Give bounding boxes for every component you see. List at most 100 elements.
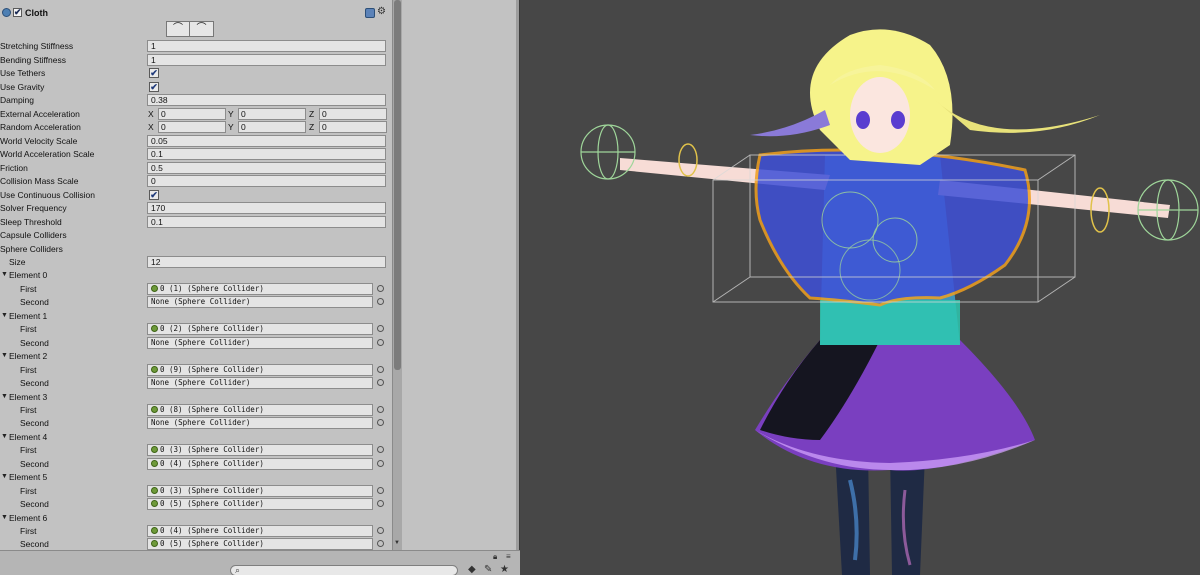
help-icon[interactable] bbox=[365, 8, 375, 18]
property-checkbox[interactable]: ✔ bbox=[149, 68, 159, 78]
property-label: Use Tethers bbox=[0, 68, 46, 78]
filter-icon[interactable]: ◆ bbox=[468, 564, 476, 575]
object-picker-icon[interactable] bbox=[377, 446, 384, 454]
vector-x-field[interactable]: 0 bbox=[158, 107, 226, 120]
property-label: Use Gravity bbox=[0, 81, 45, 92]
collider-reference-text: 0 (8) (Sphere Collider) bbox=[160, 404, 264, 414]
foldout-arrow-icon[interactable]: ▼ bbox=[1, 352, 8, 359]
scroll-down-arrow-icon[interactable]: ▼ bbox=[394, 540, 400, 546]
inspector-scrollbar[interactable]: ▲ ▼ bbox=[392, 0, 402, 550]
property-value-field[interactable]: 170 bbox=[147, 202, 386, 214]
foldout-arrow-icon[interactable]: ▼ bbox=[1, 393, 8, 400]
property-value-field[interactable]: 1 bbox=[147, 40, 386, 52]
collider-second-field[interactable]: None (Sphere Collider) bbox=[147, 296, 373, 309]
foldout-arrow-icon[interactable]: ▼ bbox=[1, 433, 8, 440]
collider-pair-row: First 0 (8) (Sphere Collider) bbox=[0, 403, 392, 417]
element-foldout[interactable]: ▼ Element 2 bbox=[0, 350, 392, 363]
collider-first-field[interactable]: 0 (9) (Sphere Collider) bbox=[147, 363, 373, 376]
settings-gear-icon[interactable]: ⚙ bbox=[377, 6, 386, 17]
property-row: Sphere Colliders bbox=[0, 243, 392, 256]
collider-reference-text: 0 (5) (Sphere Collider) bbox=[160, 539, 264, 549]
element-foldout[interactable]: ▼ Element 6 bbox=[0, 512, 392, 525]
property-label: Capsule Colliders bbox=[0, 230, 67, 240]
element-foldout[interactable]: ▼ Element 0 bbox=[0, 269, 392, 282]
element-foldout[interactable]: ▼ Element 5 bbox=[0, 471, 392, 484]
vector-y-field[interactable]: 0 bbox=[238, 107, 306, 120]
property-label: Bending Stiffness bbox=[0, 54, 66, 65]
property-row: World Velocity Scale 0.05 bbox=[0, 134, 392, 148]
collider-second-field[interactable]: None (Sphere Collider) bbox=[147, 377, 373, 390]
element-foldout[interactable]: ▼ Element 1 bbox=[0, 310, 392, 323]
vector-y-field[interactable]: 0 bbox=[238, 121, 306, 133]
search-icon: ⌕ bbox=[235, 565, 241, 575]
object-picker-icon[interactable] bbox=[377, 486, 384, 494]
collider-second-field[interactable]: None (Sphere Collider) bbox=[147, 336, 373, 349]
collider-reference-text: None (Sphere Collider) bbox=[151, 297, 251, 307]
collider-reference-text: 0 (9) (Sphere Collider) bbox=[160, 364, 264, 374]
object-picker-icon[interactable] bbox=[377, 540, 384, 548]
foldout-arrow-icon[interactable]: ▼ bbox=[1, 514, 8, 521]
collider-second-field[interactable]: 0 (5) (Sphere Collider) bbox=[147, 498, 373, 511]
object-picker-icon[interactable] bbox=[377, 338, 384, 346]
property-value-field[interactable]: 0 bbox=[147, 175, 386, 187]
collider-first-field[interactable]: 0 (8) (Sphere Collider) bbox=[147, 403, 373, 416]
scene-view[interactable] bbox=[520, 0, 1200, 575]
property-row: Solver Frequency 170 bbox=[0, 202, 392, 215]
collider-first-label: First bbox=[20, 445, 37, 456]
cloth-component-icon bbox=[2, 8, 11, 17]
collider-first-field[interactable]: 0 (3) (Sphere Collider) bbox=[147, 444, 373, 457]
tag-icon[interactable]: ✎ bbox=[484, 564, 492, 575]
foldout-arrow-icon[interactable]: ▼ bbox=[1, 271, 8, 278]
object-picker-icon[interactable] bbox=[377, 527, 384, 534]
gameobject-icon bbox=[151, 405, 158, 413]
property-checkbox[interactable]: ✔ bbox=[149, 189, 159, 200]
object-picker-icon[interactable] bbox=[377, 405, 384, 413]
collider-second-label: Second bbox=[20, 297, 49, 308]
collider-second-field[interactable]: 0 (4) (Sphere Collider) bbox=[147, 457, 373, 470]
star-icon[interactable]: ★ bbox=[500, 564, 509, 575]
collider-first-field[interactable]: 0 (4) (Sphere Collider) bbox=[147, 525, 373, 537]
collider-second-label: Second bbox=[20, 378, 49, 389]
property-value-field[interactable]: 0.5 bbox=[147, 161, 386, 174]
size-field[interactable]: 12 bbox=[147, 256, 386, 268]
component-enabled-checkbox[interactable]: ✔ bbox=[13, 8, 22, 17]
collider-first-field[interactable]: 0 (3) (Sphere Collider) bbox=[147, 484, 373, 497]
collider-first-field[interactable]: 0 (2) (Sphere Collider) bbox=[147, 323, 373, 336]
panel-divider[interactable] bbox=[516, 0, 519, 550]
object-picker-icon[interactable] bbox=[377, 419, 384, 427]
collider-reference-text: 0 (4) (Sphere Collider) bbox=[160, 458, 264, 468]
element-foldout[interactable]: ▼ Element 4 bbox=[0, 431, 392, 444]
foldout-arrow-icon[interactable]: ▼ bbox=[1, 312, 8, 319]
vector-z-field[interactable]: 0 bbox=[319, 121, 387, 133]
vector-z-field[interactable]: 0 bbox=[319, 107, 387, 120]
lock-icon[interactable]: 🔒︎ bbox=[493, 552, 497, 562]
edit-self-collision-button[interactable]: ⌒ bbox=[190, 21, 214, 37]
vector-x-field[interactable]: 0 bbox=[158, 121, 226, 133]
collider-second-field[interactable]: 0 (5) (Sphere Collider) bbox=[147, 538, 373, 550]
search-input[interactable]: ⌕ bbox=[230, 565, 458, 575]
object-picker-icon[interactable] bbox=[377, 459, 384, 467]
collider-second-field[interactable]: None (Sphere Collider) bbox=[147, 417, 373, 430]
property-value-field[interactable]: 0.38 bbox=[147, 94, 386, 106]
edit-constraints-button[interactable]: ⌒ bbox=[166, 21, 190, 37]
object-picker-icon[interactable] bbox=[377, 365, 384, 373]
object-picker-icon[interactable] bbox=[377, 325, 384, 333]
scroll-thumb[interactable] bbox=[394, 0, 401, 370]
object-picker-icon[interactable] bbox=[377, 379, 384, 387]
size-row: Size 12 bbox=[0, 256, 392, 269]
panel-menu-icon[interactable]: ≡ bbox=[506, 552, 511, 561]
collider-second-label: Second bbox=[20, 458, 49, 469]
property-value-field[interactable]: 0.1 bbox=[147, 148, 386, 160]
property-value-field[interactable]: 0.05 bbox=[147, 134, 386, 147]
property-value-field[interactable]: 1 bbox=[147, 53, 386, 66]
property-value-field[interactable]: 0.1 bbox=[147, 215, 386, 228]
component-header[interactable]: ✔ Cloth ⚙ bbox=[0, 5, 392, 21]
foldout-arrow-icon[interactable]: ▼ bbox=[1, 473, 8, 480]
collider-first-field[interactable]: 0 (1) (Sphere Collider) bbox=[147, 282, 373, 295]
object-picker-icon[interactable] bbox=[377, 500, 384, 508]
element-foldout[interactable]: ▼ Element 3 bbox=[0, 391, 392, 404]
object-picker-icon[interactable] bbox=[377, 284, 384, 292]
property-checkbox[interactable]: ✔ bbox=[149, 81, 159, 92]
object-picker-icon[interactable] bbox=[377, 298, 384, 306]
gameobject-icon bbox=[151, 446, 158, 454]
